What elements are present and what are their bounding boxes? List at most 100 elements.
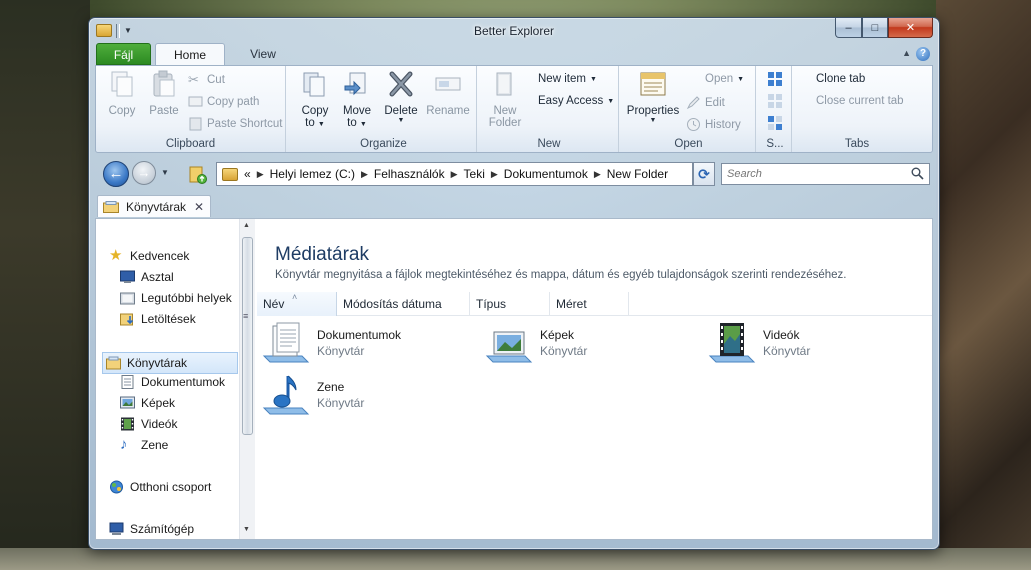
nav-item-homegroup[interactable]: Otthoni csoport [109,480,211,494]
new-folder-button[interactable]: New Folder [484,69,526,129]
delete-button[interactable]: Delete ▼ [381,69,421,124]
nav-item-recent[interactable]: Legutóbbi helyek [120,291,232,305]
column-header-size[interactable]: Méret [550,292,629,316]
select-group-label: S... [766,138,784,150]
breadcrumb-overflow[interactable]: « [244,167,251,181]
music-library-icon [262,375,310,415]
invert-selection-icon[interactable] [767,115,783,131]
breadcrumb-separator-icon[interactable]: ▶ [451,169,458,180]
nav-item-computer[interactable]: Számítógép [109,522,194,536]
recent-locations-dropdown-icon[interactable]: ▼ [161,168,169,177]
ribbon-collapse-icon[interactable]: ▲ [902,48,911,58]
tab-file[interactable]: Fájl [96,43,151,65]
maximize-button[interactable]: □ [862,18,888,38]
select-none-icon[interactable] [767,93,783,109]
library-item-music[interactable]: Zene Könyvtár [262,374,364,420]
paste-shortcut-label: Paste Shortcut [207,117,283,130]
nav-item-videos[interactable]: Videók [120,417,177,431]
nav-item-libraries[interactable]: Könyvtárak [102,352,238,374]
library-item-videos[interactable]: Videók Könyvtár [708,322,810,368]
properties-button[interactable]: Properties ▼ [625,69,681,124]
scroll-down-icon[interactable]: ▼ [243,526,250,533]
properties-dropdown-icon[interactable]: ▼ [625,117,681,124]
column-header-date-modified[interactable]: Módosítás dátuma [337,292,470,316]
desktop-background-left [0,0,90,570]
copy-path-button[interactable]: Copy path [188,94,259,109]
folder-tab-strip: Könyvtárak ✕ [95,195,933,218]
new-item-button[interactable]: New item ▼ [538,73,597,85]
help-icon[interactable]: ? [916,47,930,61]
easy-access-dropdown-icon: ▼ [607,97,615,105]
clone-tab-button[interactable]: Clone tab [816,73,865,85]
nav-pane-scrollbar[interactable]: ▲ ≡ ▼ [239,219,255,539]
close-button[interactable]: ✕ [888,18,933,38]
open-button[interactable]: Open ▼ [686,73,744,85]
nav-item-desktop[interactable]: Asztal [120,270,174,284]
paste-shortcut-button[interactable]: Paste Shortcut [188,116,282,131]
tab-view[interactable]: View [243,43,283,65]
move-to-button[interactable]: Move to ▼ [337,69,377,129]
tab-home[interactable]: Home [155,43,225,66]
scrollbar-thumb[interactable] [242,237,253,435]
breadcrumb-item[interactable]: Felhasználók [374,167,445,181]
library-name: Dokumentumok [317,328,402,342]
easy-access-button[interactable]: Easy Access ▼ [538,95,614,107]
column-header-label: Méret [556,297,587,311]
column-header-name[interactable]: ˄ Név [257,292,337,316]
scroll-up-icon[interactable]: ▲ [243,222,250,229]
rename-label: Rename [426,105,470,117]
close-current-tab-button[interactable]: Close current tab [816,95,904,107]
breadcrumb-separator-icon[interactable]: ▶ [491,169,498,180]
history-button[interactable]: History [686,117,741,132]
breadcrumb-item[interactable]: Teki [464,167,485,181]
back-button[interactable]: ← [103,161,129,187]
nav-item-downloads[interactable]: Letöltések [120,312,196,326]
select-all-icon[interactable] [767,71,783,87]
title-bar[interactable]: ▼ Better Explorer – □ ✕ [89,18,939,44]
minimize-button[interactable]: – [835,18,862,38]
address-folder-icon [222,167,238,181]
column-headers: ˄ Név Módosítás dátuma Típus Méret [257,292,932,316]
search-box[interactable] [721,163,930,185]
delete-dropdown-icon[interactable]: ▼ [381,117,421,124]
nav-item-label: Dokumentumok [141,375,226,389]
desktop-background-bottom [0,548,1031,570]
breadcrumb-item[interactable]: Dokumentumok [504,167,588,181]
cut-label: Cut [207,73,225,86]
up-folder-icon[interactable] [189,164,207,184]
forward-button[interactable]: → [132,161,156,185]
rename-button[interactable]: Rename [424,69,472,117]
column-header-label: Típus [476,297,507,311]
column-header-type[interactable]: Típus [470,292,550,316]
search-input[interactable] [722,164,902,184]
address-bar[interactable]: « ▶ Helyi lemez (C:) ▶ Felhasználók ▶ Te… [216,162,693,186]
nav-item-music[interactable]: ♪ Zene [120,437,168,452]
desktop-background-right [936,0,1031,570]
search-icon[interactable] [911,167,924,180]
breadcrumb-separator-icon[interactable]: ▶ [257,169,264,180]
paste-button[interactable]: Paste [144,69,184,117]
breadcrumb-separator-icon[interactable]: ▶ [594,169,601,180]
breadcrumb-separator-icon[interactable]: ▶ [361,169,368,180]
edit-button[interactable]: Edit [686,95,725,110]
breadcrumb-item[interactable]: Helyi lemez (C:) [270,167,355,181]
history-icon [687,118,700,131]
pictures-icon [120,396,135,409]
nav-item-favorites[interactable]: ★ Kedvencek [109,248,189,263]
properties-icon [640,72,666,96]
homegroup-icon [110,480,123,494]
library-item-documents[interactable]: Dokumentumok Könyvtár [262,322,401,368]
refresh-button[interactable]: ⟳ [693,162,715,186]
nav-item-documents[interactable]: Dokumentumok [120,375,225,389]
content-area: ★ Kedvencek Asztal Legutóbbi helyek Letö… [95,218,933,540]
folder-tab[interactable]: Könyvtárak ✕ [97,195,211,217]
copy-to-button[interactable]: Copy to ▼ [295,69,335,129]
refresh-icon: ⟳ [698,166,710,182]
nav-item-pictures[interactable]: Képek [120,396,175,410]
column-header-label: Módosítás dátuma [343,297,442,311]
cut-button[interactable]: ✂ Cut [188,72,225,87]
library-item-pictures[interactable]: Képek Könyvtár [485,322,587,368]
close-tab-icon[interactable]: ✕ [194,200,204,214]
breadcrumb-item[interactable]: New Folder [607,167,668,181]
copy-button[interactable]: Copy [102,69,142,117]
